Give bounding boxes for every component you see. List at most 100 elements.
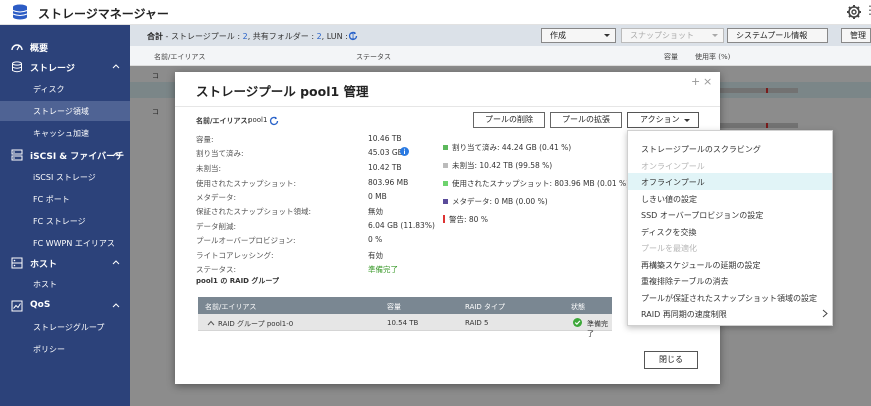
chevron-right-icon bbox=[822, 309, 828, 318]
prop-write-coalescing-value: 有効 bbox=[368, 251, 383, 260]
pool-table-header: 名前/エイリアス ステータス 容量 使用率 (%) bbox=[130, 46, 871, 66]
menu-item-replace-disk[interactable]: ディスクを交換 bbox=[628, 223, 832, 240]
iscsi-icon bbox=[11, 149, 23, 161]
legend-swatch bbox=[443, 199, 448, 204]
caret-down-icon bbox=[684, 119, 690, 122]
sidebar-item-host[interactable]: ホスト bbox=[0, 253, 130, 273]
gear-icon[interactable] bbox=[846, 4, 862, 20]
prop-allocated-value: 45.03 GB bbox=[368, 148, 403, 157]
legend-swatch bbox=[443, 145, 448, 150]
prop-snapshot-used-label: 使用されたスナップショット: bbox=[196, 179, 297, 188]
snapshot-dropdown-button[interactable]: スナップショット bbox=[621, 28, 724, 43]
system-pool-info-button[interactable]: システムプール情報 bbox=[727, 28, 828, 43]
action-menu: ストレージプールのスクラビング オンラインプール オフラインプール しきい値の設… bbox=[627, 130, 833, 326]
prop-status-value: 準備完了 bbox=[368, 265, 398, 274]
sidebar-item-storage[interactable]: ストレージ bbox=[0, 57, 130, 77]
menu-item-offline-pool[interactable]: オフラインプール bbox=[628, 173, 832, 190]
sidebar-item-qos[interactable]: QoS bbox=[0, 296, 130, 316]
menu-item-guaranteed-snapshot[interactable]: プールが保証されたスナップショット領域の設定 bbox=[628, 289, 832, 306]
maximize-icon[interactable]: + bbox=[691, 75, 700, 88]
create-dropdown-button[interactable]: 作成 bbox=[541, 28, 616, 43]
raid-group-title: pool1 の RAID グループ bbox=[196, 277, 280, 285]
prop-capacity-label: 容量: bbox=[196, 135, 214, 144]
dialog-title: ストレージプール pool1 管理 bbox=[196, 84, 369, 99]
sidebar-item-fc-wwpn[interactable]: FC WWPN エイリアス bbox=[0, 233, 130, 253]
prop-snapshot-used-value: 803.96 MB bbox=[368, 178, 409, 187]
sidebar-item-storage-space[interactable]: ストレージ領域 bbox=[0, 101, 130, 121]
raid-table-header: 名前/エイリアス 容量 RAID タイプ 状態 bbox=[198, 297, 612, 314]
prop-data-reduction-label: データ削減: bbox=[196, 222, 237, 231]
sidebar-item-iscsi-storage[interactable]: iSCSI ストレージ bbox=[0, 167, 130, 187]
legend-warning: 警告: 80 % bbox=[443, 214, 488, 225]
chevron-up-icon[interactable] bbox=[112, 301, 120, 309]
legend-swatch bbox=[443, 163, 448, 168]
menu-item-online-pool[interactable]: オンラインプール bbox=[628, 157, 832, 174]
sidebar: 概要 ストレージ ディスク ストレージ領域 キャッシュ加速 iSCSI & ファ… bbox=[0, 25, 130, 406]
chevron-up-icon[interactable] bbox=[207, 320, 215, 326]
sidebar-item-policy[interactable]: ポリシー bbox=[0, 339, 130, 359]
menu-item-clear-dedup-table[interactable]: 重複排除テーブルの消去 bbox=[628, 272, 832, 289]
sidebar-item-fc-port[interactable]: FC ポート bbox=[0, 189, 130, 209]
legend-allocated: 割り当て済み: 44.24 GB (0.41 %) bbox=[443, 142, 571, 153]
prop-data-reduction-value: 6.04 GB (11.83%) bbox=[368, 221, 435, 230]
dashboard-icon bbox=[11, 44, 23, 51]
table-row[interactable]: RAID グループ pool1-0 10.54 TB RAID 5 準備完了 bbox=[198, 314, 612, 338]
sidebar-item-fc-storage[interactable]: FC ストレージ bbox=[0, 211, 130, 231]
prop-unallocated-label: 未割当: bbox=[196, 164, 222, 173]
sidebar-item-cache[interactable]: キャッシュ加速 bbox=[0, 123, 130, 143]
qos-icon bbox=[11, 300, 23, 312]
close-dialog-button[interactable]: 閉じる bbox=[644, 351, 698, 369]
sidebar-item-disk[interactable]: ディスク bbox=[0, 79, 130, 99]
menu-item-rebuild-schedule[interactable]: 再構築スケジュールの延期の設定 bbox=[628, 256, 832, 273]
summary-bar: 合計 - ストレージプール : 2, 共有フォルダー : 2, LUN : 1 … bbox=[130, 25, 871, 46]
prop-guaranteed-snapshot-value: 無効 bbox=[368, 207, 383, 216]
sidebar-item-storage-group[interactable]: ストレージグループ bbox=[0, 317, 130, 337]
close-icon[interactable]: × bbox=[703, 75, 712, 88]
alias-label: 名前/エイリアス: bbox=[196, 117, 251, 125]
caret-down-icon bbox=[712, 34, 718, 37]
app-header: ストレージマネージャー ⋮ bbox=[0, 0, 871, 25]
chevron-up-icon[interactable] bbox=[112, 258, 120, 266]
chevron-up-icon[interactable] bbox=[112, 150, 120, 158]
prop-write-coalescing-label: ライトコアレッシング: bbox=[196, 251, 274, 260]
legend-metadata: メタデータ: 0 MB (0.00 %) bbox=[443, 196, 548, 207]
sidebar-item-iscsi[interactable]: iSCSI & ファイバーチ bbox=[0, 145, 130, 165]
prop-allocated-label: 割り当て済み: bbox=[196, 149, 244, 158]
alias-value: pool1 bbox=[248, 116, 268, 124]
more-options-icon[interactable]: ⋮ bbox=[864, 3, 871, 17]
menu-item-raid-resync-limit[interactable]: RAID 再同期の速度制限 bbox=[628, 305, 832, 322]
refresh-icon[interactable] bbox=[269, 116, 279, 126]
chevron-up-icon[interactable] bbox=[112, 62, 120, 70]
expand-pool-button[interactable]: プールの拡張 bbox=[550, 112, 622, 128]
action-dropdown-button[interactable]: アクション bbox=[627, 112, 699, 128]
prop-status-label: ステータス: bbox=[196, 265, 237, 274]
menu-item-scrub[interactable]: ストレージプールのスクラビング bbox=[628, 140, 832, 157]
prop-metadata-label: メタデータ: bbox=[196, 193, 237, 202]
app-title: ストレージマネージャー bbox=[38, 7, 169, 21]
menu-item-threshold[interactable]: しきい値の設定 bbox=[628, 190, 832, 207]
prop-overprovision-label: プールオーバープロビジョン: bbox=[196, 236, 296, 245]
menu-item-ssd-overprovision[interactable]: SSD オーバープロビジョンの設定 bbox=[628, 206, 832, 223]
legend-swatch bbox=[443, 181, 448, 186]
check-circle-icon bbox=[573, 318, 582, 327]
database-icon bbox=[12, 61, 22, 73]
prop-overprovision-value: 0 % bbox=[368, 235, 383, 244]
sidebar-item-overview[interactable]: 概要 bbox=[0, 37, 130, 57]
manage-button[interactable]: 管理 bbox=[841, 28, 871, 43]
caret-down-icon bbox=[604, 34, 610, 37]
sidebar-item-host-list[interactable]: ホスト bbox=[0, 274, 130, 294]
legend-snapshot: 使用されたスナップショット: 803.96 MB (0.01 %) bbox=[443, 178, 629, 189]
refresh-icon[interactable] bbox=[348, 31, 358, 41]
delete-pool-button[interactable]: プールの削除 bbox=[473, 112, 545, 128]
info-icon[interactable] bbox=[400, 147, 409, 156]
host-icon bbox=[11, 257, 23, 269]
divider bbox=[175, 106, 720, 107]
legend-swatch bbox=[443, 215, 445, 223]
prop-guaranteed-snapshot-label: 保証されたスナップショット領域: bbox=[196, 207, 312, 216]
legend-unallocated: 未割当: 10.42 TB (99.58 %) bbox=[443, 160, 552, 171]
prop-unallocated-value: 10.42 TB bbox=[368, 163, 402, 172]
summary-text: 合計 - ストレージプール : 2, 共有フォルダー : 2, LUN : 1 bbox=[147, 32, 356, 41]
menu-item-optimize-pool[interactable]: プールを最適化 bbox=[628, 239, 832, 256]
prop-capacity-value: 10.46 TB bbox=[368, 134, 402, 143]
storage-manager-logo-icon bbox=[12, 4, 28, 20]
